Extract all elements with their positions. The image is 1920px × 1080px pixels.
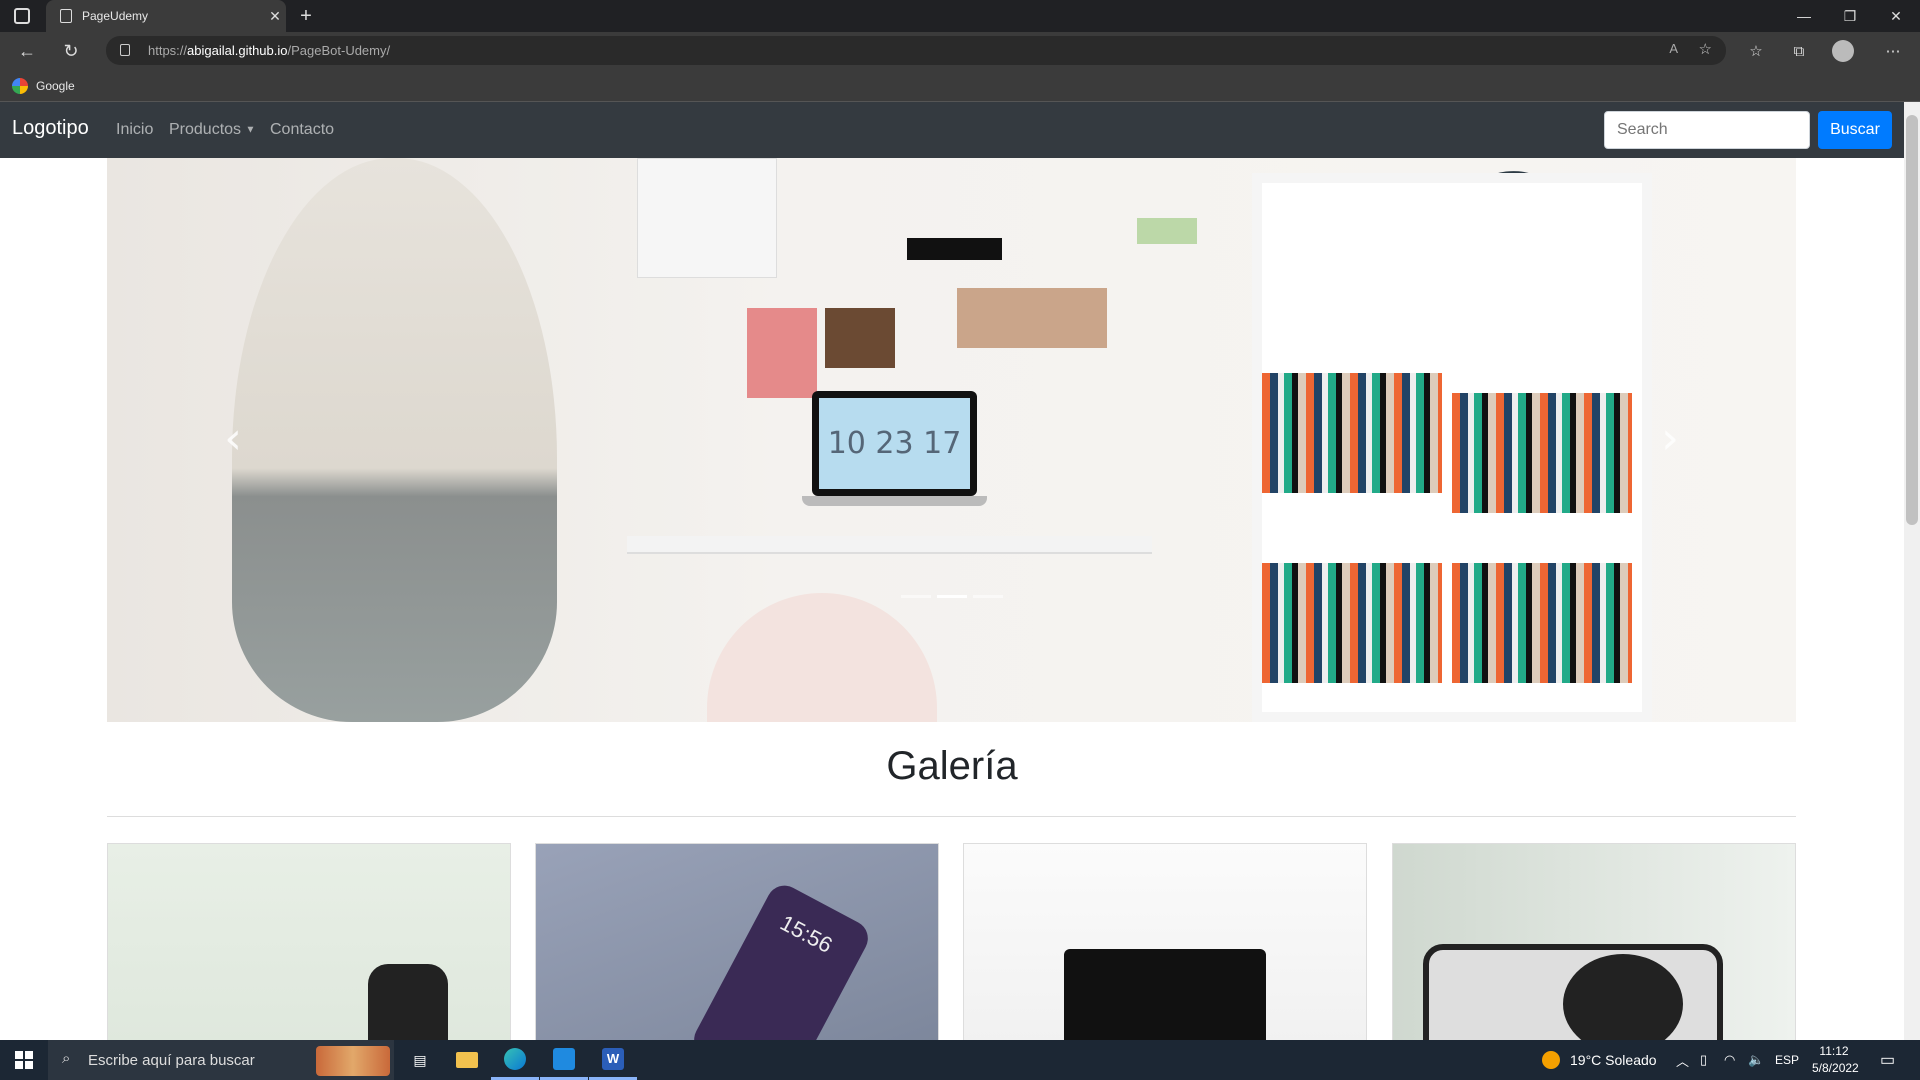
taskbar-search-placeholder: Escribe aquí para buscar xyxy=(88,1051,255,1069)
read-aloud-icon[interactable]: A xyxy=(1669,41,1678,56)
language-indicator[interactable]: ESP xyxy=(1775,1040,1799,1080)
carousel-prev-icon[interactable]: ‹ xyxy=(213,408,253,468)
gallery-card-laptop[interactable] xyxy=(963,843,1367,1040)
clock-time: 11:12 xyxy=(1819,1044,1849,1058)
weather-widget[interactable]: 19°C Soleado xyxy=(1542,1040,1657,1080)
carousel-indicators xyxy=(901,595,1003,598)
browser-tab-strip: PageUdemy ✕ + — ❐ ✕ xyxy=(0,0,1920,32)
close-window-icon[interactable]: ✕ xyxy=(1873,0,1919,32)
dropdown-caret-icon: ▼ xyxy=(245,124,256,136)
more-options-icon[interactable]: ⋯ xyxy=(1880,38,1906,64)
new-tab-icon[interactable]: + xyxy=(294,4,318,28)
close-tab-icon[interactable]: ✕ xyxy=(264,8,286,25)
phone-time-text: 15:56 xyxy=(776,909,837,958)
carousel-indicator-active[interactable] xyxy=(937,595,967,598)
gallery-title: Galería xyxy=(886,744,1018,788)
scrollbar-thumb[interactable] xyxy=(1906,115,1918,525)
add-favorite-icon[interactable]: ☆ xyxy=(1699,40,1712,58)
carousel-next-icon[interactable]: › xyxy=(1650,408,1690,468)
surfboard xyxy=(232,158,557,722)
task-view-icon[interactable]: ▤ xyxy=(396,1040,444,1080)
weather-text: 19°C Soleado xyxy=(1570,1052,1657,1068)
show-hidden-icons-icon[interactable]: ︿ xyxy=(1676,1040,1689,1080)
address-toolbar: ← ↻ https://abigailal.github.io/PageBot-… xyxy=(0,32,1920,69)
tab-title: PageUdemy xyxy=(82,9,149,23)
google-icon xyxy=(12,78,28,94)
brand-logo[interactable]: Logotipo xyxy=(12,117,89,140)
favorite-label: Google xyxy=(36,79,75,93)
search-icon: ⌕ xyxy=(62,1050,71,1067)
page-icon xyxy=(60,9,72,23)
search-highlight-illustration xyxy=(316,1046,390,1076)
carousel-slide-image: 10 23 17 xyxy=(107,158,1796,722)
taskbar-clock[interactable]: 11:12 5/8/2022 xyxy=(1812,1043,1859,1077)
windows-taskbar: ⌕ Escribe aquí para buscar ▤ W 19°C Sole… xyxy=(0,1040,1920,1080)
desk xyxy=(627,536,1152,554)
profile-icon[interactable] xyxy=(1832,40,1854,62)
favorites-bar: Google xyxy=(0,69,1920,102)
url-scheme: https:// xyxy=(148,43,188,58)
refresh-icon[interactable]: ↻ xyxy=(58,38,84,64)
notifications-icon[interactable]: ▭ xyxy=(1880,1040,1895,1080)
bookshelf xyxy=(1252,173,1652,722)
search-button[interactable]: Buscar xyxy=(1818,111,1892,149)
favorite-google[interactable]: Google xyxy=(12,78,75,94)
wall-pinboard xyxy=(597,158,1197,408)
web-page: Logotipo Inicio Productos ▼ Contacto Bus… xyxy=(0,102,1904,1040)
gallery-card-camera[interactable] xyxy=(1392,843,1796,1040)
laptop-clock-text: 10 23 17 xyxy=(819,398,970,489)
url-host: abigailal.github.io xyxy=(187,43,288,58)
carousel-indicator[interactable] xyxy=(901,595,931,598)
divider xyxy=(107,816,1796,817)
carousel-indicator[interactable] xyxy=(973,595,1003,598)
search-input[interactable] xyxy=(1604,111,1810,149)
gallery-card-phone[interactable]: 15:56 xyxy=(535,843,939,1040)
browser-tab[interactable]: PageUdemy ✕ xyxy=(46,0,286,32)
site-navbar: Logotipo Inicio Productos ▼ Contacto Bus… xyxy=(0,102,1904,158)
taskbar-search[interactable]: ⌕ Escribe aquí para buscar xyxy=(48,1040,394,1080)
laptop: 10 23 17 xyxy=(812,391,977,496)
nav-productos-label: Productos xyxy=(169,121,242,138)
nav-link-inicio[interactable]: Inicio xyxy=(116,121,153,139)
favorites-icon[interactable]: ☆ xyxy=(1743,38,1769,64)
restore-icon[interactable]: ❐ xyxy=(1827,0,1873,32)
gallery-card-pencils[interactable] xyxy=(107,843,511,1040)
word-icon[interactable]: W xyxy=(589,1040,637,1080)
back-icon[interactable]: ← xyxy=(14,38,40,64)
windows-start-icon[interactable] xyxy=(0,1040,48,1080)
nav-link-productos[interactable]: Productos ▼ xyxy=(169,121,255,139)
address-bar[interactable]: https://abigailal.github.io/PageBot-Udem… xyxy=(106,36,1726,65)
hero-carousel: 10 23 17 ‹ › xyxy=(107,158,1796,722)
nav-link-contacto[interactable]: Contacto xyxy=(270,121,334,139)
sun-icon xyxy=(1542,1051,1560,1069)
edge-icon[interactable] xyxy=(491,1040,539,1080)
network-icon[interactable]: ◠ xyxy=(1724,1040,1735,1080)
battery-icon[interactable]: ▯ xyxy=(1700,1040,1707,1080)
clock-date: 5/8/2022 xyxy=(1812,1061,1859,1075)
file-explorer-icon[interactable] xyxy=(443,1040,491,1080)
lock-icon xyxy=(120,44,130,56)
collections-icon[interactable]: ⧉ xyxy=(1786,38,1812,64)
tab-actions-icon[interactable] xyxy=(14,8,30,24)
url-path: /PageBot-Udemy/ xyxy=(287,43,391,58)
volume-icon[interactable]: 🔈 xyxy=(1748,1040,1764,1080)
minimize-icon[interactable]: — xyxy=(1781,0,1827,32)
vscode-icon[interactable] xyxy=(540,1040,588,1080)
